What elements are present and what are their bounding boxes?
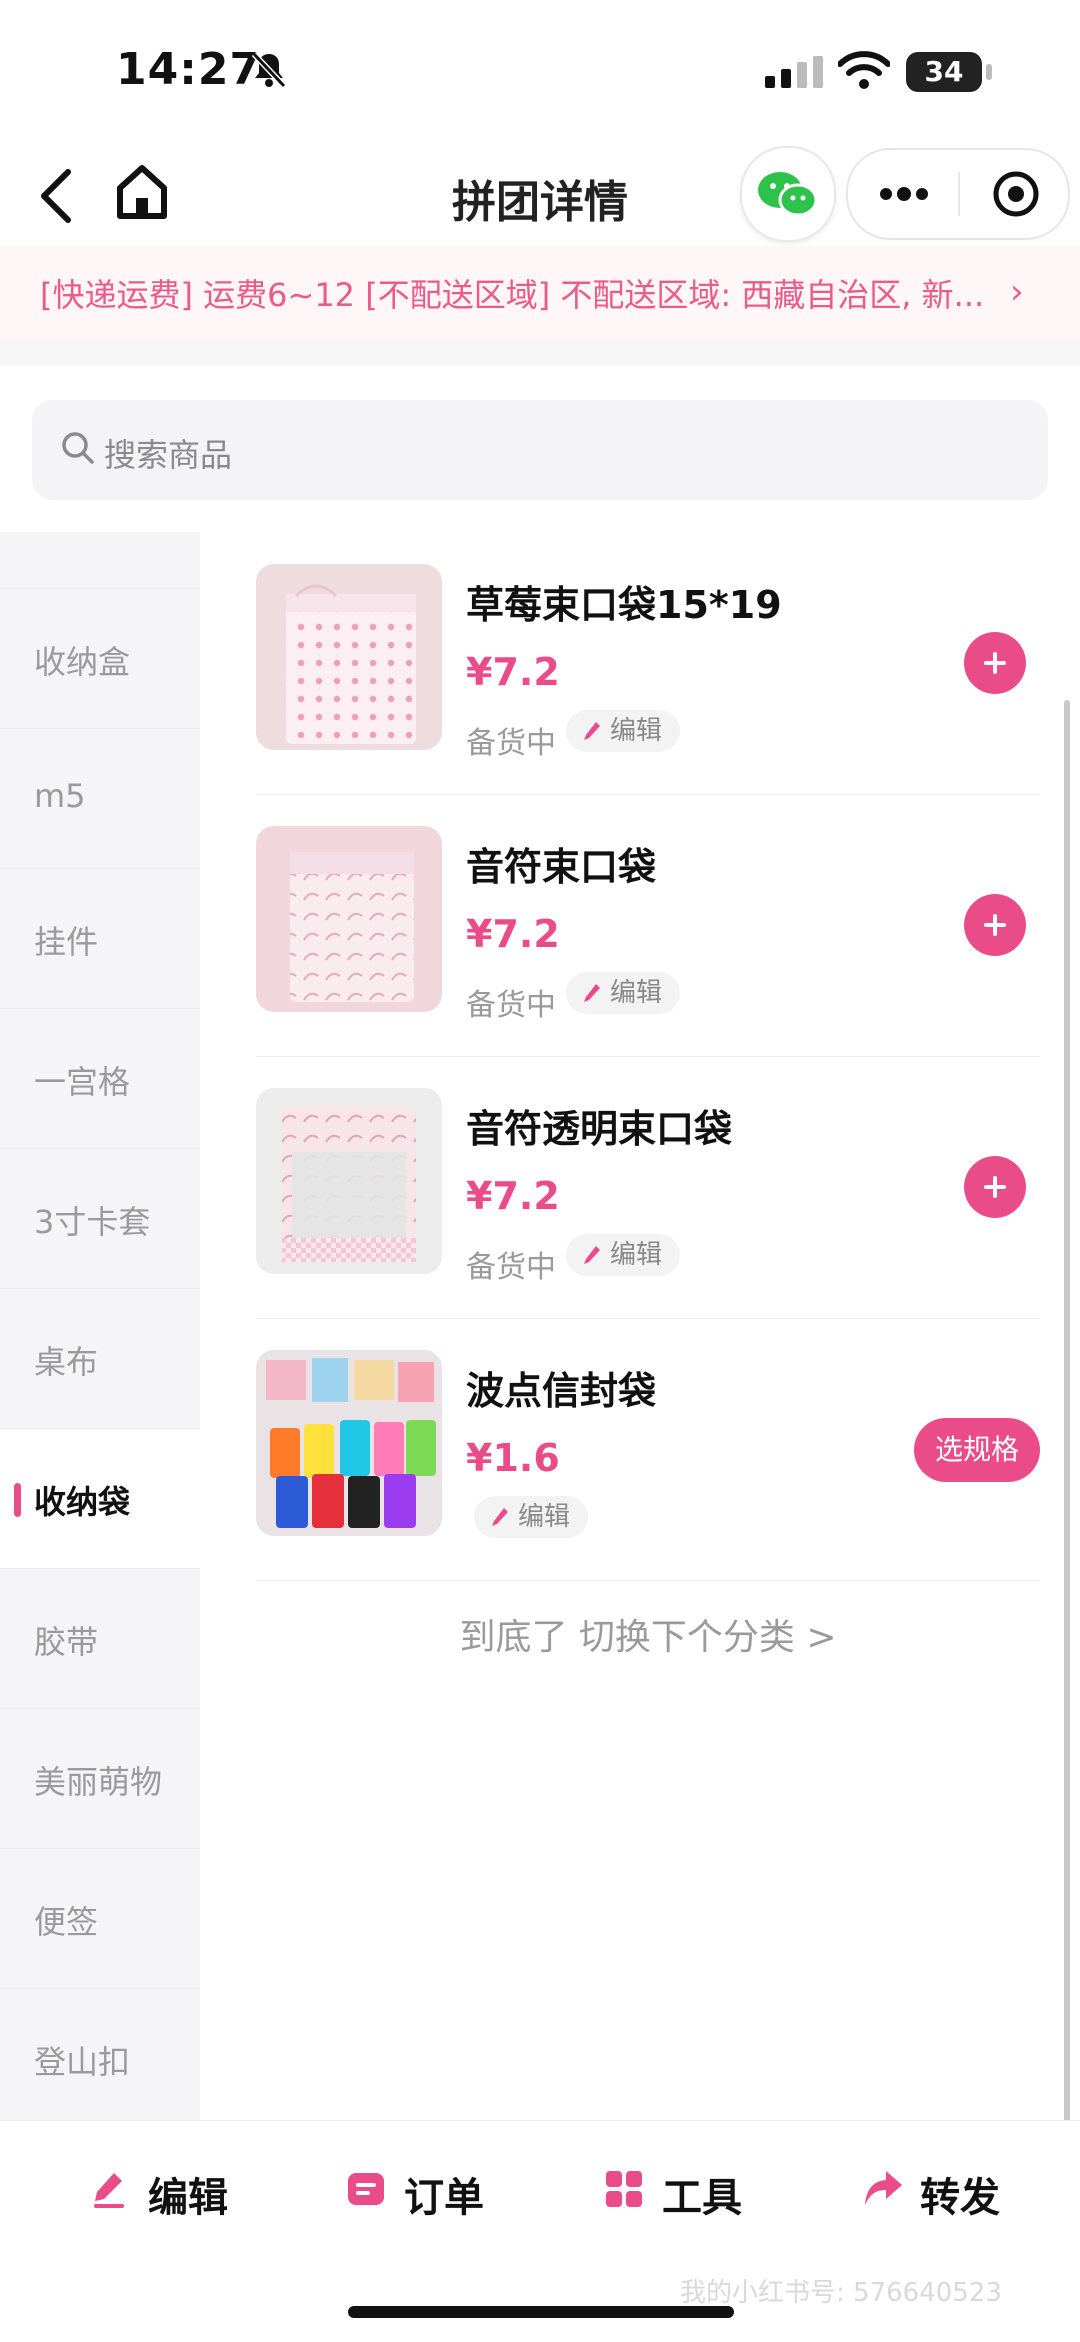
product-name: 草莓束口袋15*19 bbox=[466, 583, 782, 627]
chevron-right-icon: › bbox=[1010, 272, 1024, 312]
product-image[interactable] bbox=[256, 564, 442, 750]
section-divider bbox=[0, 340, 1080, 366]
battery-tip bbox=[986, 64, 992, 80]
stock-status: 备货中 bbox=[466, 726, 556, 761]
edit-tag-button[interactable]: 编辑 bbox=[474, 1496, 589, 1538]
nav-bar: 拼团详情 bbox=[0, 140, 1080, 250]
cellular-signal-icon bbox=[765, 56, 823, 88]
scrollbar[interactable] bbox=[1064, 700, 1070, 2130]
sidebar-item-previous[interactable] bbox=[0, 452, 200, 520]
wechat-icon bbox=[758, 172, 818, 217]
product-image[interactable] bbox=[256, 1350, 442, 1536]
add-to-cart-button[interactable] bbox=[964, 1156, 1026, 1218]
watermark: 我的小红书号: 576640523 bbox=[680, 2278, 1002, 2308]
stock-status: 备货中 bbox=[466, 988, 556, 1023]
grid-apps-icon bbox=[606, 2171, 642, 2207]
end-of-list-next-category[interactable]: 到底了 切换下个分类 > bbox=[256, 1608, 1040, 1660]
sidebar-item-sticky-notes[interactable]: 便签 bbox=[0, 1848, 200, 1989]
capsule-divider bbox=[958, 172, 960, 216]
status-time: 14:27 bbox=[116, 44, 262, 95]
product-image[interactable] bbox=[256, 826, 442, 1012]
sidebar-item-one-grid[interactable]: 一宫格 bbox=[0, 1008, 200, 1149]
sidebar-item-storage-bag[interactable]: 收纳袋 bbox=[0, 1428, 200, 1569]
sidebar-item-tablecloth[interactable]: 桌布 bbox=[0, 1288, 200, 1429]
product-name: 音符束口袋 bbox=[466, 845, 657, 889]
pencil-icon bbox=[584, 984, 600, 1002]
pencil-icon bbox=[584, 722, 600, 740]
category-sidebar: 收纳盒 m5 挂件 一宫格 3寸卡套 桌布 收纳袋 胶带 美丽萌物 便签 登山扣 bbox=[0, 532, 200, 2122]
shipping-notice-banner[interactable]: [快递运费] 运费6~12 [不配送区域] 不配送区域: 西藏自治区, 新...… bbox=[0, 246, 1080, 340]
product-item[interactable]: 草莓束口袋15*19 ¥7.2 备货中 编辑 bbox=[256, 532, 1040, 795]
sidebar-item-carabiner[interactable]: 登山扣 bbox=[0, 1988, 200, 2129]
edit-tag-button[interactable]: 编辑 bbox=[566, 710, 681, 752]
pencil-icon bbox=[94, 2173, 124, 2208]
bell-muted-icon bbox=[251, 51, 287, 89]
share-arrow-icon bbox=[865, 2171, 902, 2205]
status-bar: 14:27 34 bbox=[0, 0, 1080, 140]
battery-indicator: 34 bbox=[906, 52, 982, 92]
product-price: ¥7.2 bbox=[466, 1174, 560, 1218]
edit-tag-button[interactable]: 编辑 bbox=[566, 972, 681, 1014]
sidebar-item-cute-items[interactable]: 美丽萌物 bbox=[0, 1708, 200, 1849]
product-item[interactable]: 波点信封袋 ¥1.6 编辑 选规格 bbox=[256, 1318, 1040, 1581]
close-mini-program-icon[interactable] bbox=[988, 166, 1044, 222]
wechat-share-button[interactable] bbox=[740, 146, 836, 242]
notice-text: [快递运费] 运费6~12 [不配送区域] 不配送区域: 西藏自治区, 新... bbox=[40, 276, 985, 314]
stock-status: 备货中 bbox=[466, 1250, 556, 1285]
wifi-icon bbox=[838, 51, 890, 89]
product-item[interactable]: 音符束口袋 ¥7.2 备货中 编辑 bbox=[256, 794, 1040, 1057]
sidebar-item-pendant[interactable]: 挂件 bbox=[0, 868, 200, 1009]
active-indicator bbox=[14, 1483, 21, 1517]
product-name: 音符透明束口袋 bbox=[466, 1107, 733, 1151]
add-to-cart-button[interactable] bbox=[964, 632, 1026, 694]
edit-tag-button[interactable]: 编辑 bbox=[566, 1234, 681, 1276]
mini-program-capsule bbox=[846, 148, 1070, 240]
product-price: ¥7.2 bbox=[466, 912, 560, 956]
pencil-icon bbox=[584, 1246, 600, 1264]
product-price: ¥7.2 bbox=[466, 650, 560, 694]
product-image[interactable] bbox=[256, 1088, 442, 1274]
product-price: ¥1.6 bbox=[466, 1436, 560, 1480]
add-to-cart-button[interactable] bbox=[964, 894, 1026, 956]
home-indicator[interactable] bbox=[348, 2306, 734, 2318]
select-spec-button[interactable]: 选规格 bbox=[914, 1418, 1040, 1482]
sidebar-item-card-sleeve[interactable]: 3寸卡套 bbox=[0, 1148, 200, 1289]
product-item[interactable]: 音符透明束口袋 ¥7.2 备货中 编辑 bbox=[256, 1056, 1040, 1319]
more-options-icon[interactable] bbox=[878, 178, 930, 210]
sidebar-item-tape[interactable]: 胶带 bbox=[0, 1568, 200, 1709]
pencil-icon bbox=[492, 1508, 508, 1526]
sidebar-item-storage-box[interactable]: 收纳盒 bbox=[0, 588, 200, 729]
order-list-icon bbox=[348, 2173, 384, 2205]
sidebar-item-m5[interactable]: m5 bbox=[0, 728, 200, 869]
product-name: 波点信封袋 bbox=[466, 1369, 657, 1413]
